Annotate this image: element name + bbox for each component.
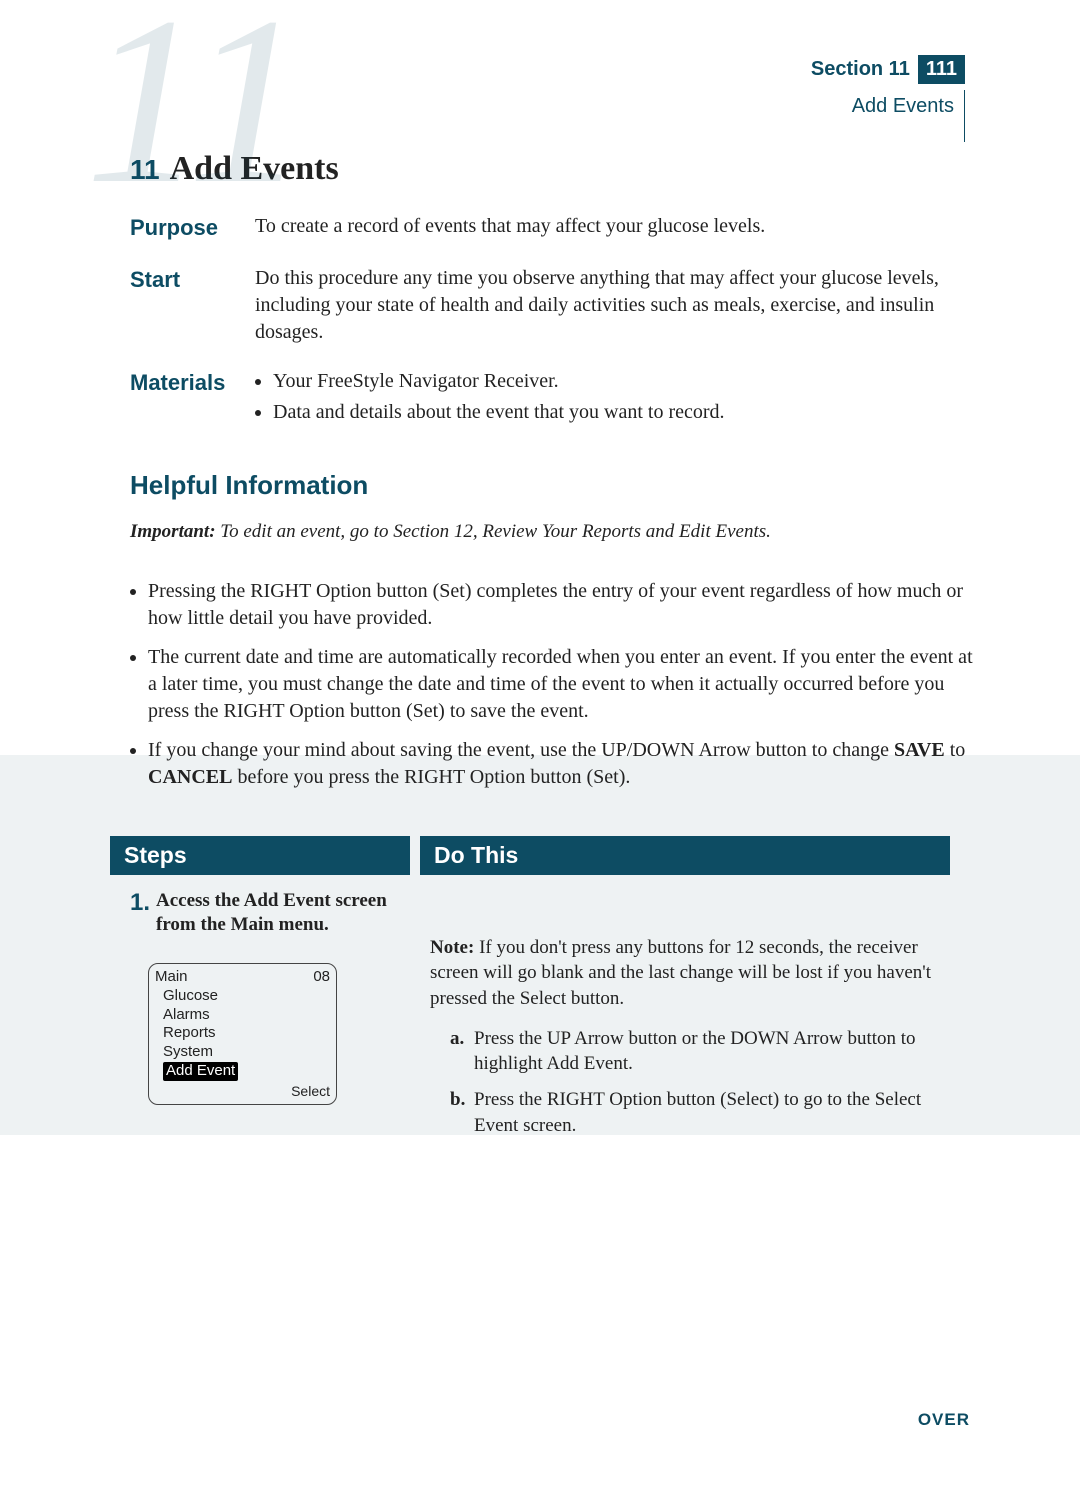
tip3-pre: If you change your mind about saving the… bbox=[148, 739, 894, 761]
steps-header: Steps bbox=[110, 836, 410, 875]
materials-label: Materials bbox=[130, 368, 255, 430]
purpose-text: To create a record of events that may af… bbox=[255, 213, 980, 243]
purpose-label: Purpose bbox=[130, 213, 255, 243]
tip3-mid: to bbox=[945, 739, 966, 761]
screen-battery-indicator: 08 bbox=[313, 968, 330, 987]
page-number-badge: 111 bbox=[918, 55, 965, 84]
note-label: Note: bbox=[430, 937, 474, 958]
screen-menu-item: Reports bbox=[155, 1024, 330, 1043]
chapter-title: Add Events bbox=[170, 150, 339, 188]
section-label: Section 11 bbox=[811, 58, 910, 81]
materials-list: Your FreeStyle Navigator Receiver. Data … bbox=[255, 368, 980, 426]
page-header: Section 11 111 Add Events bbox=[811, 55, 965, 142]
helpful-info-heading: Helpful Information bbox=[130, 470, 980, 501]
tip-item: If you change your mind about saving the… bbox=[148, 737, 980, 791]
materials-item: Your FreeStyle Navigator Receiver. bbox=[273, 368, 980, 395]
screen-softkey-label: Select bbox=[155, 1083, 330, 1101]
dothis-note: Note: If you don't press any buttons for… bbox=[430, 935, 940, 1012]
start-label: Start bbox=[130, 265, 255, 346]
materials-item: Data and details about the event that yo… bbox=[273, 399, 980, 426]
note-text: If you don't press any buttons for 12 se… bbox=[430, 937, 931, 1009]
tip3-post: before you press the RIGHT Option button… bbox=[232, 766, 630, 788]
substep-label: a. bbox=[450, 1026, 468, 1077]
chapter-number: 11 bbox=[130, 154, 160, 186]
start-text: Do this procedure any time you observe a… bbox=[255, 265, 980, 346]
screen-menu-item: System bbox=[155, 1043, 330, 1062]
screen-title: Main bbox=[155, 968, 188, 987]
substep-text: Press the RIGHT Option button (Select) t… bbox=[474, 1087, 940, 1138]
dothis-header: Do This bbox=[420, 836, 950, 875]
substep-item: b. Press the RIGHT Option button (Select… bbox=[450, 1087, 940, 1138]
important-label: Important: bbox=[130, 521, 216, 542]
substep-item: a. Press the UP Arrow button or the DOWN… bbox=[450, 1026, 940, 1077]
tip3-save: SAVE bbox=[894, 739, 945, 761]
step-title: Access the Add Event screen from the Mai… bbox=[156, 889, 400, 938]
tip3-cancel: CANCEL bbox=[148, 766, 232, 788]
important-note: Important: To edit an event, go to Secti… bbox=[130, 521, 980, 543]
substeps-list: a. Press the UP Arrow button or the DOWN… bbox=[430, 1026, 940, 1139]
screen-menu-item-selected: Add Event bbox=[163, 1062, 238, 1081]
over-indicator: OVER bbox=[918, 1410, 970, 1430]
tips-list: Pressing the RIGHT Option button (Set) c… bbox=[130, 578, 980, 791]
device-screen-illustration: Main 08 Glucose Alarms Reports System Ad… bbox=[148, 963, 337, 1105]
step-number: 1. bbox=[130, 889, 150, 917]
tip-item: Pressing the RIGHT Option button (Set) c… bbox=[148, 578, 980, 632]
screen-menu-item: Alarms bbox=[155, 1006, 330, 1025]
section-name: Add Events bbox=[852, 90, 965, 142]
substep-text: Press the UP Arrow button or the DOWN Ar… bbox=[474, 1026, 940, 1077]
substep-label: b. bbox=[450, 1087, 468, 1138]
important-text: To edit an event, go to Section 12, Revi… bbox=[216, 521, 771, 542]
tip-item: The current date and time are automatica… bbox=[148, 644, 980, 725]
screen-menu-item: Glucose bbox=[155, 987, 330, 1006]
